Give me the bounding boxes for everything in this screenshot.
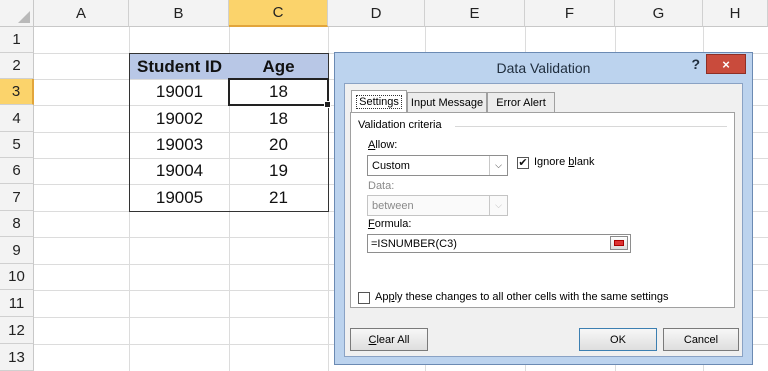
column-header-f[interactable]: F — [525, 0, 615, 27]
section-divider — [455, 126, 727, 127]
help-icon[interactable]: ? — [691, 56, 700, 72]
table-header-student-id[interactable]: Student ID — [130, 54, 229, 79]
table-cell-age[interactable]: 18 — [229, 105, 328, 132]
formula-label: Formula: — [368, 218, 412, 230]
row-header-11[interactable]: 11 — [0, 290, 34, 317]
table-cell-student-id[interactable]: 19002 — [130, 105, 229, 132]
column-header-e[interactable]: E — [425, 0, 525, 27]
table-header-age[interactable]: Age — [229, 54, 328, 79]
row-header-13[interactable]: 13 — [0, 344, 34, 371]
tab-settings[interactable]: Settings — [351, 90, 407, 113]
row-header-9[interactable]: 9 — [0, 237, 34, 264]
formula-value: =ISNUMBER(C3) — [371, 237, 457, 250]
range-selector-icon[interactable] — [610, 236, 628, 250]
allow-label-rest: llow: — [375, 139, 398, 151]
tab-settings-label: Settings — [356, 95, 402, 109]
tab-error-alert[interactable]: Error Alert — [487, 92, 555, 112]
apply-all-label[interactable]: Apply these changes to all other cells w… — [375, 291, 669, 303]
clear-all-button[interactable]: Clear All — [350, 328, 428, 351]
row-header-10[interactable]: 10 — [0, 264, 34, 290]
row-header-6[interactable]: 6 — [0, 158, 34, 184]
column-header-a[interactable]: A — [34, 0, 129, 27]
allow-select-value: Custom — [372, 159, 410, 172]
data-select-value: between — [372, 199, 414, 212]
data-validation-dialog: Data Validation ? × Settings Input Messa… — [334, 52, 753, 365]
table-cell-student-id[interactable]: 19004 — [130, 158, 229, 184]
table-cell-student-id[interactable]: 19003 — [130, 132, 229, 158]
row-header-1[interactable]: 1 — [0, 27, 34, 53]
data-select[interactable]: between ⌵ — [367, 195, 508, 216]
dialog-body: Settings Input Message Error Alert Valid… — [344, 83, 743, 357]
row-header-2[interactable]: 2 — [0, 53, 34, 79]
ignore-blank-checkbox[interactable]: ✔ — [517, 157, 529, 169]
ignore-blank-label[interactable]: Ignore blank — [534, 156, 595, 168]
data-label: Data: — [368, 180, 395, 192]
settings-panel: Validation criteria Allow: Custom ⌵ ✔ Ig… — [350, 112, 735, 308]
column-header-c[interactable]: C — [229, 0, 328, 27]
row-header-5[interactable]: 5 — [0, 132, 34, 158]
row-header-7[interactable]: 7 — [0, 184, 34, 211]
formula-input[interactable]: =ISNUMBER(C3) — [367, 234, 631, 253]
row-header-12[interactable]: 12 — [0, 317, 34, 344]
close-button[interactable]: × — [706, 54, 746, 74]
column-header-h[interactable]: H — [703, 0, 768, 27]
tab-input-message[interactable]: Input Message — [407, 92, 487, 112]
column-header-b[interactable]: B — [129, 0, 229, 27]
column-header-g[interactable]: G — [615, 0, 703, 27]
row-header-3[interactable]: 3 — [0, 79, 34, 105]
apply-all-checkbox[interactable] — [358, 292, 370, 304]
table-cell-student-id[interactable]: 19001 — [130, 79, 229, 105]
active-cell-c3[interactable] — [228, 78, 331, 108]
allow-select[interactable]: Custom ⌵ — [367, 155, 508, 176]
table-cell-age[interactable]: 19 — [229, 158, 328, 184]
allow-label: Allow: — [368, 139, 398, 151]
dialog-title: Data Validation — [496, 60, 591, 76]
chevron-down-icon[interactable]: ⌵ — [489, 156, 507, 175]
ok-button[interactable]: OK — [579, 328, 657, 351]
column-header-d[interactable]: D — [328, 0, 425, 27]
cancel-button[interactable]: Cancel — [663, 328, 739, 351]
fill-handle[interactable] — [324, 101, 331, 108]
table-cell-age[interactable]: 20 — [229, 132, 328, 158]
row-header-4[interactable]: 4 — [0, 105, 34, 132]
table-cell-student-id[interactable]: 19005 — [130, 184, 229, 211]
chevron-down-icon[interactable]: ⌵ — [489, 196, 507, 215]
validation-criteria-label: Validation criteria — [358, 119, 442, 131]
select-all-corner[interactable] — [0, 0, 34, 27]
table-cell-age[interactable]: 21 — [229, 184, 328, 211]
row-header-8[interactable]: 8 — [0, 211, 34, 237]
